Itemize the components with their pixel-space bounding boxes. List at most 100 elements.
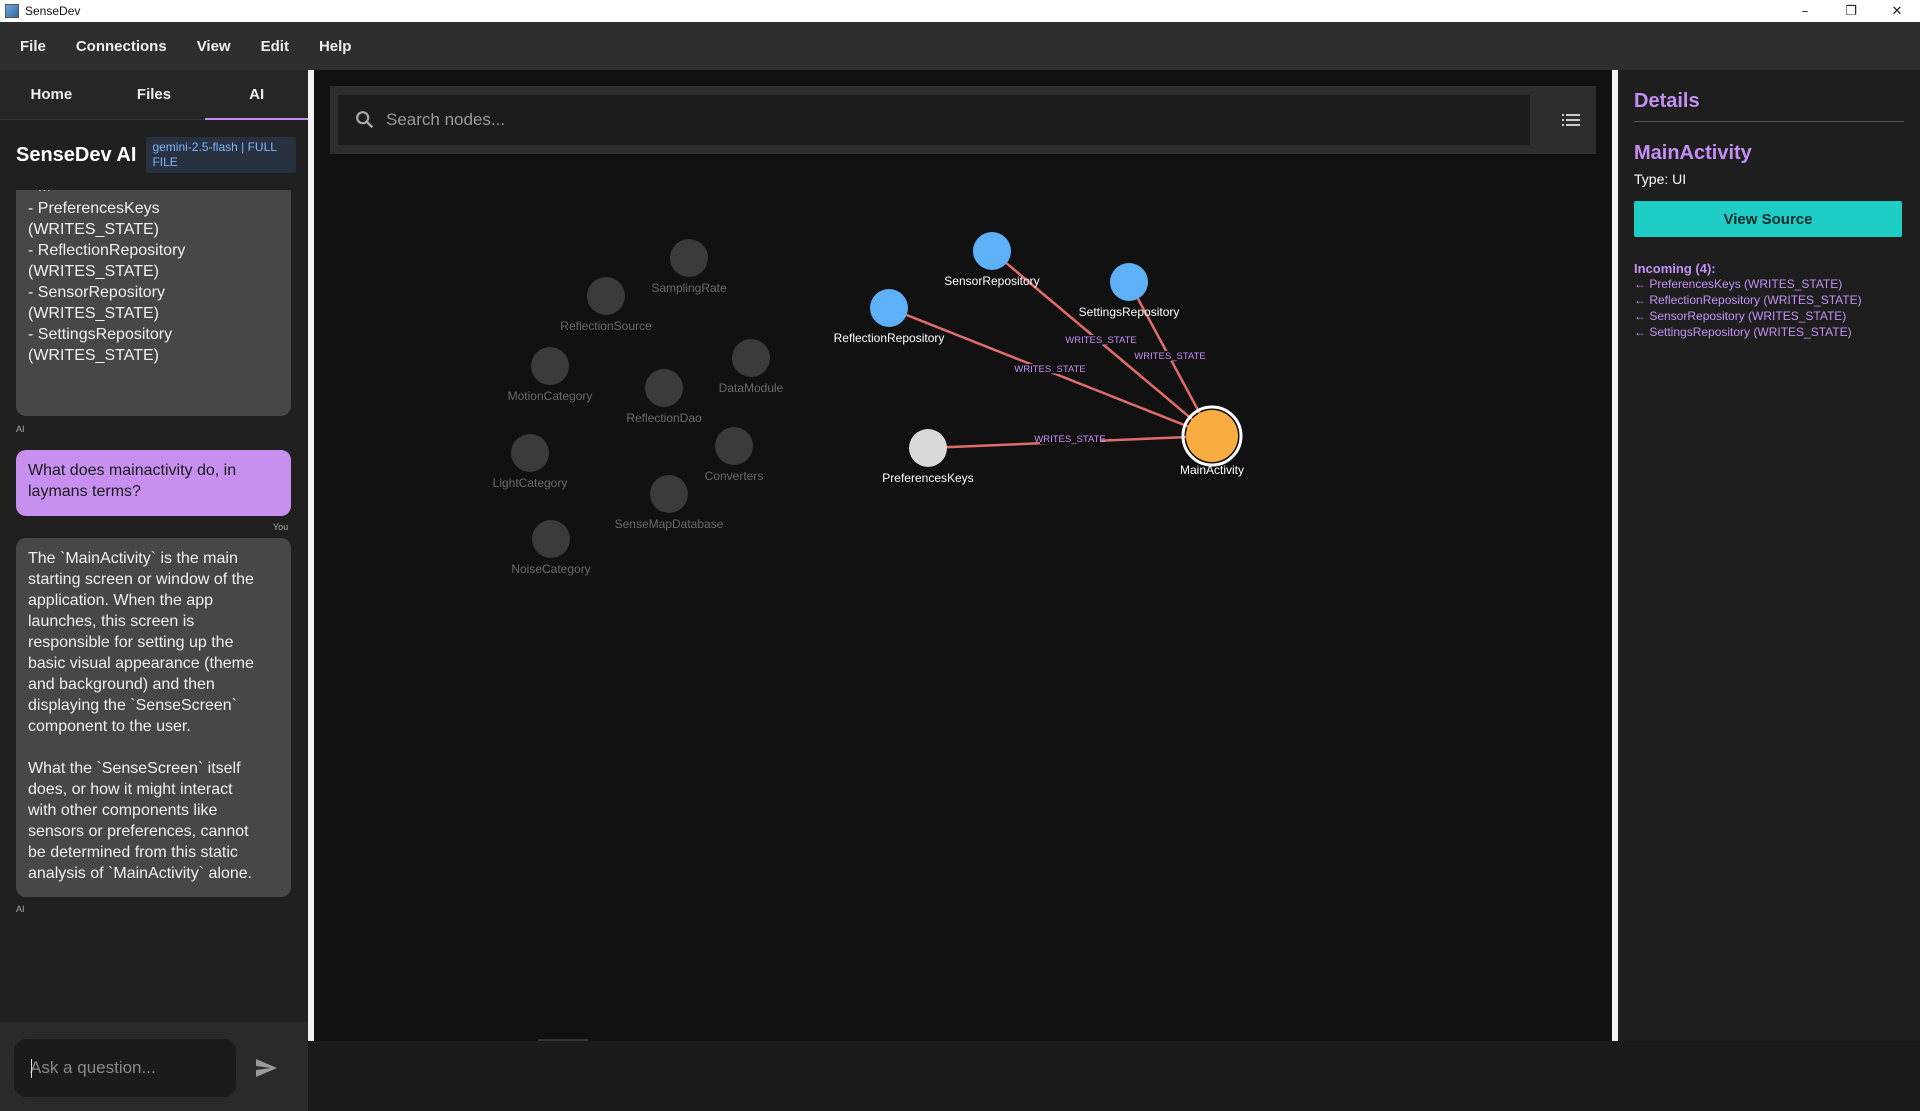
graph-node-samplingrate[interactable]: SamplingRate [651, 239, 727, 295]
node-circle [650, 475, 688, 513]
details-title: Details [1634, 90, 1904, 122]
graph-node-sensorrepository[interactable]: SensorRepository [944, 232, 1040, 288]
incoming-item[interactable]: ← SensorRepository (WRITES_STATE) [1634, 308, 1904, 324]
node-circle [1110, 263, 1148, 301]
menu-help[interactable]: Help [307, 38, 364, 55]
node-circle [870, 289, 908, 327]
ask-input[interactable] [14, 1039, 236, 1097]
selected-node-type: Type: UI [1634, 171, 1687, 187]
graph-node-preferenceskeys[interactable]: PreferencesKeys [882, 429, 974, 485]
node-label: LightCategory [493, 476, 568, 490]
node-label: SettingsRepository [1079, 305, 1180, 319]
message-line: - SensorRepository [28, 284, 165, 301]
message-line: responsible for setting up the [28, 634, 234, 651]
graph-node-mainactivity[interactable]: MainActivity [1180, 405, 1244, 477]
node-label: MainActivity [1180, 463, 1244, 477]
edge-label: WRITES_STATE [1034, 434, 1105, 445]
node-circle [531, 347, 569, 385]
edge-label: WRITES_STATE [1014, 364, 1085, 375]
incoming-item[interactable]: ← PreferencesKeys (WRITES_STATE) [1634, 276, 1904, 292]
menu-file[interactable]: File [8, 38, 58, 55]
node-label: PreferencesKeys [882, 471, 973, 485]
graph-node-noisecategory[interactable]: NoiseCategory [511, 520, 591, 576]
graph-node-lightcategory[interactable]: LightCategory [493, 434, 568, 490]
tab-ai[interactable]: AI [205, 70, 308, 120]
message-line-cutoff: - ... [28, 190, 279, 198]
node-circle [973, 232, 1011, 270]
node-circle [1186, 410, 1238, 462]
node-circle [732, 339, 770, 377]
message-line: laymans terms? [28, 483, 141, 500]
dependency-graph[interactable]: WRITES_STATE WRITES_STATE WRITES_STATE WRIT… [314, 70, 1612, 1041]
message-line: application. When the app [28, 592, 214, 609]
graph-node-sensemapdatabase[interactable]: SenseMapDatabase [615, 475, 724, 531]
node-label: NoiseCategory [511, 562, 590, 576]
menu-edit[interactable]: Edit [249, 38, 301, 55]
window-controls: – ❐ ✕ [1782, 0, 1920, 22]
sidebar: Home Files AI SenseDev AI gemini-2.5-fla… [0, 70, 308, 1111]
menu-connections[interactable]: Connections [64, 38, 179, 55]
incoming-title: Incoming (4): [1634, 261, 1716, 276]
search-icon [356, 111, 374, 129]
app-icon [5, 4, 19, 18]
minimize-button[interactable]: – [1782, 0, 1828, 22]
title-bar: SenseDev – ❐ ✕ [0, 0, 1920, 22]
node-circle [909, 429, 947, 467]
message-line: (WRITES_STATE) [28, 347, 159, 364]
send-button[interactable] [252, 1054, 280, 1082]
menu-view[interactable]: View [185, 38, 243, 55]
message-line: sensors or preferences, cannot [28, 823, 249, 840]
graph-node-settingsrepository[interactable]: SettingsRepository [1079, 263, 1180, 319]
node-label: ReflectionSource [560, 319, 652, 333]
menu-bar: File Connections View Edit Help [0, 22, 1920, 70]
message-line: - SettingsRepository [28, 326, 173, 343]
node-circle [670, 239, 708, 277]
node-label: MotionCategory [508, 389, 593, 403]
node-circle [532, 520, 570, 558]
edge-label: WRITES_STATE [1065, 335, 1136, 346]
graph-node-datamodule[interactable]: DataModule [719, 339, 784, 395]
graph-area: WRITES_STATE WRITES_STATE WRITES_STATE WRIT… [314, 70, 1612, 1041]
message-sender: AI [16, 424, 25, 434]
node-label: ReflectionDao [626, 411, 702, 425]
node-circle [645, 369, 683, 407]
graph-node-motioncategory[interactable]: MotionCategory [508, 347, 593, 403]
message-line: - ReflectionRepository [28, 242, 186, 259]
incoming-item[interactable]: ← SettingsRepository (WRITES_STATE) [1634, 324, 1904, 340]
user-message: What does mainactivity do, in laymans te… [16, 450, 291, 516]
graph-node-converters[interactable]: Converters [705, 427, 764, 483]
message-line: displaying the `SenseScreen` [28, 697, 238, 714]
graph-node-reflectionrepository[interactable]: ReflectionRepository [834, 289, 945, 345]
tab-home[interactable]: Home [0, 70, 103, 119]
view-source-button[interactable]: View Source [1634, 201, 1902, 237]
chat-history[interactable]: - ... - PreferencesKeys (WRITES_STATE) -… [0, 190, 308, 1022]
graph-node-reflectionsource[interactable]: ReflectionSource [560, 277, 652, 333]
ai-message: - ... - PreferencesKeys (WRITES_STATE) -… [16, 190, 291, 416]
node-label: ReflectionRepository [834, 331, 945, 345]
message-line: does, or how it might interact [28, 781, 233, 798]
message-line: - PreferencesKeys [28, 200, 160, 217]
restore-button[interactable]: ❐ [1828, 0, 1874, 22]
details-panel: Details MainActivity Type: UI View Sourc… [1618, 70, 1920, 1041]
model-badge: gemini-2.5-flash | FULL FILE [146, 137, 297, 173]
ai-title: SenseDev AI [16, 143, 137, 166]
list-icon[interactable] [1560, 109, 1582, 131]
message-line: and background) and then [28, 676, 215, 693]
search-input[interactable] [386, 95, 1516, 145]
node-label: DataModule [719, 381, 784, 395]
message-line: The `MainActivity` is the main [28, 550, 238, 567]
selected-node-name: MainActivity [1634, 142, 1752, 164]
message-line: (WRITES_STATE) [28, 263, 159, 280]
ask-bar [0, 1022, 308, 1111]
tab-files[interactable]: Files [103, 70, 206, 119]
message-line: with other components like [28, 802, 218, 819]
window-title: SenseDev [25, 4, 81, 18]
graph-node-reflectiondao[interactable]: ReflectionDao [626, 369, 702, 425]
close-button[interactable]: ✕ [1874, 0, 1920, 22]
incoming-item[interactable]: ← ReflectionRepository (WRITES_STATE) [1634, 292, 1904, 308]
text-caret [31, 1059, 32, 1078]
message-line: component to the user. [28, 718, 191, 735]
node-label: SensorRepository [944, 274, 1039, 288]
message-sender: AI [16, 904, 25, 914]
sidebar-tabs: Home Files AI [0, 70, 308, 120]
